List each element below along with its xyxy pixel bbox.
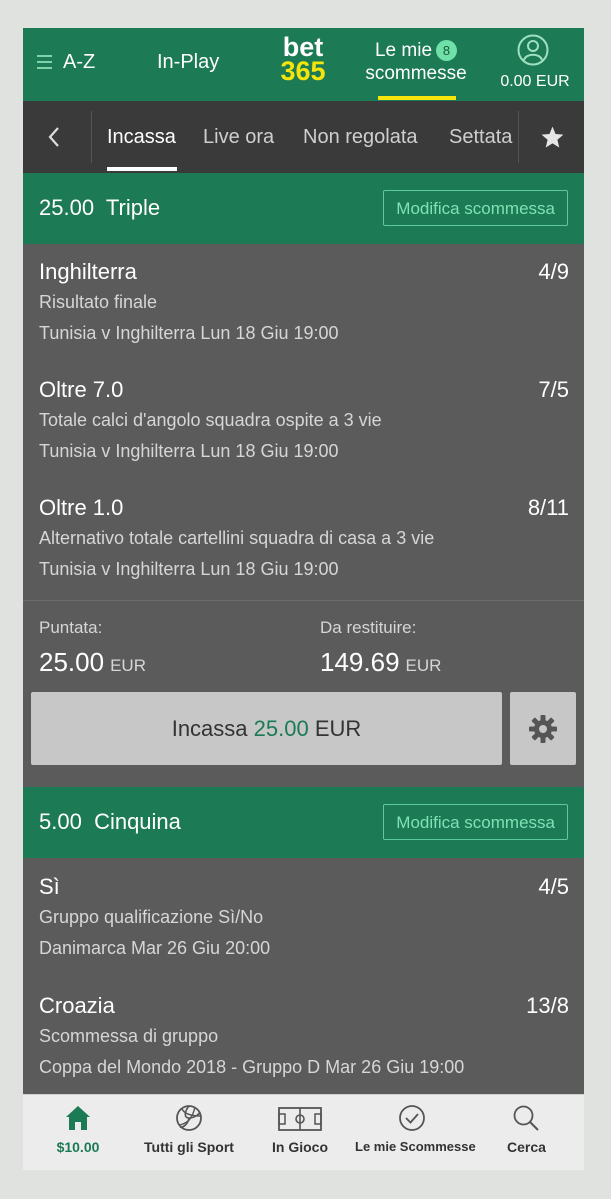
return-value: 149.69 EUR — [320, 647, 441, 678]
selection-odds: 7/5 — [538, 377, 569, 402]
edit-bet-button[interactable]: Modifica scommessa — [383, 190, 568, 226]
stake-value: 25.00 EUR — [39, 647, 146, 678]
cashout-button[interactable]: Incassa 25.00 EUR — [31, 692, 502, 765]
return-label: Da restituire: — [320, 618, 417, 637]
selection-odds: 13/8 — [526, 993, 569, 1018]
cashout-amount: 25.00 — [253, 716, 309, 741]
nav-label: Cerca — [507, 1139, 546, 1155]
tab-non-regolata[interactable]: Non regolata — [303, 126, 418, 149]
selection-name: Sì — [39, 874, 60, 899]
selection-name: Croazia — [39, 993, 115, 1018]
bottom-navigation: $10.00 Tutti gli Sport In Gioco Le mie S… — [23, 1094, 584, 1170]
my-bets-label-line1: Le mie — [374, 40, 433, 61]
tab-live-ora[interactable]: Live ora — [203, 126, 274, 149]
selection-market: Scommessa di gruppo — [39, 1026, 219, 1046]
nav-my-bets[interactable]: Le mie Scommesse — [355, 1095, 476, 1170]
stake-currency: EUR — [110, 656, 146, 675]
bet-title: 5.00 Cinquina — [39, 809, 181, 835]
pitch-icon — [278, 1107, 322, 1131]
bet-header: 25.00 Triple Modifica scommessa — [23, 173, 584, 244]
selection-name: Oltre 7.0 — [39, 377, 124, 402]
my-bets-active-indicator — [378, 96, 456, 100]
nav-label: In Gioco — [272, 1139, 328, 1155]
nav-all-sports[interactable]: Tutti gli Sport — [133, 1095, 245, 1170]
selection-odds: 4/9 — [538, 259, 569, 284]
bet-stake: 5.00 — [39, 809, 82, 834]
selection-odds: 4/5 — [538, 874, 569, 899]
my-bets-label-line2: scommesse — [365, 63, 467, 84]
selection-name: Inghilterra — [39, 259, 137, 284]
selection-market: Risultato finale — [39, 292, 158, 312]
edit-bet-button[interactable]: Modifica scommessa — [383, 804, 568, 840]
bet-stake: 25.00 — [39, 195, 95, 220]
back-arrow-icon[interactable] — [47, 126, 61, 148]
account-icon[interactable] — [517, 34, 549, 66]
logo-text-bottom: 365 — [280, 56, 326, 86]
active-tab-indicator — [107, 167, 177, 171]
cashout-currency: EUR — [314, 716, 362, 741]
search-icon — [513, 1105, 539, 1131]
bets-filter-tabbar: Incassa Live ora Non regolata Settata — [23, 101, 584, 173]
bet-separator — [23, 765, 584, 787]
inplay-link[interactable]: In-Play — [157, 51, 219, 74]
nav-label: Le mie Scommesse — [355, 1139, 476, 1154]
star-icon[interactable] — [540, 125, 565, 150]
return-amount: 149.69 — [320, 647, 400, 677]
app-screen: A-Z In-Play bet 365 Le mie 8 scommesse 0.… — [23, 28, 584, 1170]
my-bets-link[interactable]: Le mie 8 scommesse — [355, 39, 477, 85]
gear-icon — [529, 715, 557, 743]
selection-event: Tunisia v Inghilterra Lun 18 Giu 19:00 — [39, 323, 339, 343]
nav-label: $10.00 — [56, 1139, 100, 1155]
stake-amount: 25.00 — [39, 647, 105, 677]
selection-market: Gruppo qualificazione Sì/No — [39, 907, 264, 927]
selection-event: Tunisia v Inghilterra Lun 18 Giu 19:00 — [39, 559, 339, 579]
volleyball-icon — [176, 1105, 202, 1131]
menu-icon[interactable] — [37, 55, 52, 69]
selection-event: Danimarca Mar 26 Giu 20:00 — [39, 938, 271, 958]
top-header: A-Z In-Play bet 365 Le mie 8 scommesse 0.… — [23, 28, 584, 101]
nav-home[interactable]: $10.00 — [23, 1095, 133, 1170]
cashout-settings-button[interactable] — [510, 692, 576, 765]
divider — [23, 600, 584, 601]
bet-type: Triple — [105, 195, 161, 220]
selection-market: Totale calci d'angolo squadra ospite a 3… — [39, 410, 382, 430]
nav-in-play[interactable]: In Gioco — [245, 1095, 355, 1170]
home-icon — [66, 1106, 90, 1130]
bet-type: Cinquina — [94, 809, 181, 834]
nav-search[interactable]: Cerca — [469, 1095, 584, 1170]
account-balance[interactable]: 0.00 EUR — [493, 73, 577, 91]
my-bets-count-badge: 8 — [436, 40, 458, 62]
az-menu-link[interactable]: A-Z — [63, 51, 95, 74]
tab-divider — [518, 111, 519, 163]
bet365-logo[interactable]: bet 365 — [275, 34, 331, 86]
cashout-label: Incassa — [171, 716, 248, 741]
nav-label: Tutti gli Sport — [144, 1139, 234, 1155]
tab-divider — [91, 111, 92, 163]
selection-odds: 8/11 — [527, 495, 569, 520]
stake-label: Puntata: — [39, 618, 103, 637]
bet-title: 25.00 Triple — [39, 195, 160, 221]
selection-market: Alternativo totale cartellini squadra di… — [39, 528, 435, 548]
check-circle-icon — [399, 1105, 425, 1131]
selection-event: Tunisia v Inghilterra Lun 18 Giu 19:00 — [39, 441, 339, 461]
tab-settata[interactable]: Settata — [449, 126, 512, 149]
bet-header: 5.00 Cinquina Modifica scommessa — [23, 787, 584, 858]
return-currency: EUR — [405, 656, 442, 675]
selection-event: Coppa del Mondo 2018 - Gruppo D Mar 26 G… — [39, 1057, 465, 1077]
selection-name: Oltre 1.0 — [39, 495, 124, 520]
tab-incassa[interactable]: Incassa — [107, 126, 176, 149]
